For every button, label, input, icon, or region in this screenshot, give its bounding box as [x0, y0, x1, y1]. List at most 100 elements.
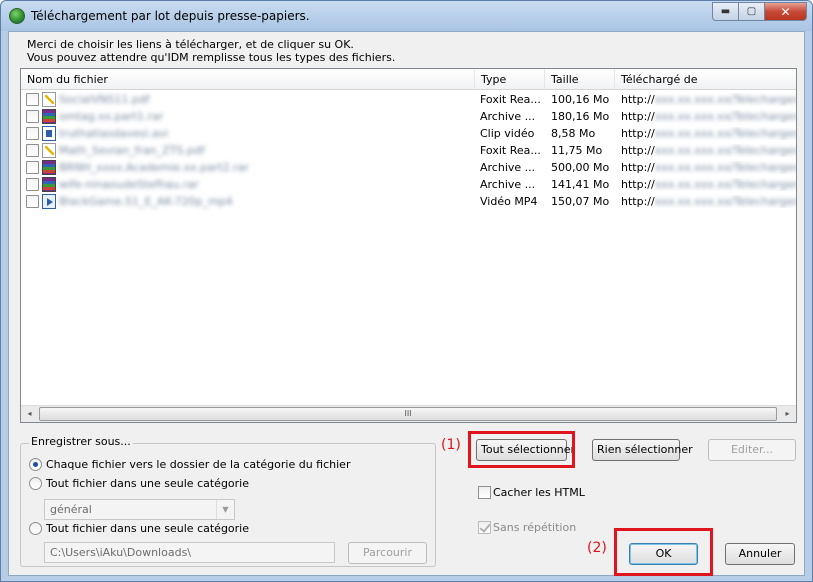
save-as-group: Enregistrer sous... Chaque fichier vers …: [20, 435, 436, 567]
file-source-prefix: http://: [621, 93, 655, 106]
scroll-right-icon[interactable]: ▸: [779, 406, 796, 422]
radio-single-category-label[interactable]: Tout fichier dans une seule catégorie: [46, 477, 249, 490]
instruction-line-2: Vous pouvez attendre qu'IDM remplisse to…: [27, 51, 396, 64]
file-source: http://xxx.xx.xxx.xx/Telecharger/fic: [621, 127, 796, 140]
file-checkbox[interactable]: [26, 93, 39, 106]
window-title: Téléchargement par lot depuis presse-pap…: [31, 9, 310, 23]
no-repeat-checkbox[interactable]: [478, 521, 491, 534]
title-bar[interactable]: Téléchargement par lot depuis presse-pap…: [1, 1, 812, 31]
file-checkbox[interactable]: [26, 144, 39, 157]
file-size: 180,16 Mo: [551, 110, 610, 123]
minimize-icon: ▬: [720, 6, 731, 17]
column-header-type[interactable]: Type: [475, 69, 545, 90]
maximize-button[interactable]: ▢: [738, 2, 764, 21]
file-name: Math_Sevian_fran_ZTS.pdf: [59, 144, 205, 157]
category-select[interactable]: général ▼: [44, 499, 235, 520]
file-source-prefix: http://: [621, 144, 655, 157]
scroll-left-icon[interactable]: ◂: [21, 406, 38, 422]
file-type: Archive ...: [480, 161, 536, 174]
window-controls: ▬ ▢ ✕: [712, 2, 807, 21]
maximize-icon: ▢: [746, 6, 757, 17]
hide-html-checkbox[interactable]: [478, 486, 491, 499]
radio-single-folder[interactable]: [29, 522, 42, 535]
close-button[interactable]: ✕: [764, 2, 807, 21]
column-header-name[interactable]: Nom du fichier: [21, 69, 475, 90]
radio-single-folder-label[interactable]: Tout fichier dans une seule catégorie: [46, 522, 249, 535]
instruction-line-1: Merci de choisir les liens à télécharger…: [27, 38, 354, 51]
annotation-label-2: (2): [587, 540, 607, 556]
file-type: Archive ...: [480, 110, 536, 123]
file-source-prefix: http://: [621, 195, 655, 208]
file-size: 141,41 Mo: [551, 178, 610, 191]
file-type: Vidéo MP4: [480, 195, 538, 208]
file-size: 8,58 Mo: [551, 127, 596, 140]
file-source-rest: xxx.xx.xxx.xx/Telecharger/fic: [654, 127, 796, 140]
file-name: omtag.xx.part1.rar: [59, 110, 164, 123]
video-icon: [42, 126, 56, 141]
file-source: http://xxx.xx.xxx.xx/Telecharger/fic: [621, 161, 796, 174]
file-name: SocialVNS11.pdf: [59, 93, 150, 106]
file-row[interactable]: wife-ninaoudeStefhau.rar Archive ... 141,4…: [21, 176, 796, 193]
file-name: wife-ninaoudeStefhau.rar: [59, 178, 199, 191]
rar-icon: [42, 177, 56, 192]
file-size: 150,07 Mo: [551, 195, 610, 208]
file-type: Foxit Rea...: [480, 93, 541, 106]
file-name: BRNH_xxxx.Academie.xx.part2.rar: [59, 161, 249, 174]
radio-category-folder[interactable]: [29, 458, 42, 471]
horizontal-scrollbar[interactable]: ◂ III ▸: [21, 405, 796, 422]
file-source: http://xxx.xx.xxx.xx/Telecharger/fic: [621, 195, 796, 208]
file-list[interactable]: Nom du fichier Type Taille Téléchargé de…: [20, 68, 797, 423]
file-size: 11,75 Mo: [551, 144, 603, 157]
idm-app-icon: [9, 8, 25, 24]
category-select-value: général: [50, 503, 92, 516]
edit-button[interactable]: Editer...: [708, 439, 796, 461]
column-header-size[interactable]: Taille: [545, 69, 615, 90]
radio-category-folder-label[interactable]: Chaque fichier vers le dossier de la cat…: [46, 458, 350, 471]
radio-single-category[interactable]: [29, 477, 42, 490]
column-header-from[interactable]: Téléchargé de: [615, 69, 796, 90]
file-type: Foxit Rea...: [480, 144, 541, 157]
mp4-icon: [42, 194, 56, 209]
file-source: http://xxx.xx.xxx.xx/Telecharger/fic: [621, 144, 796, 157]
file-source-rest: xxx.xx.xxx.xx/Telecharger/fic: [654, 178, 796, 191]
file-row[interactable]: omtag.xx.part1.rar Archive ... 180,16 Mo ht…: [21, 108, 796, 125]
scroll-thumb[interactable]: III: [39, 407, 777, 421]
browse-button[interactable]: Parcourir: [348, 542, 427, 564]
pdf-icon: [42, 143, 56, 158]
file-source-prefix: http://: [621, 127, 655, 140]
file-type: Clip vidéo: [480, 127, 535, 140]
file-checkbox[interactable]: [26, 161, 39, 174]
rar-icon: [42, 160, 56, 175]
file-checkbox[interactable]: [26, 110, 39, 123]
file-row[interactable]: BRNH_xxxx.Academie.xx.part2.rar Archive .…: [21, 159, 796, 176]
file-source-rest: xxx.xx.xxx.xx/Telecharger/fic: [654, 195, 796, 208]
file-source-prefix: http://: [621, 110, 655, 123]
file-checkbox[interactable]: [26, 195, 39, 208]
file-row[interactable]: Math_Sevian_fran_ZTS.pdf Foxit Rea... 11,7…: [21, 142, 796, 159]
cancel-button[interactable]: Annuler: [725, 543, 795, 565]
file-checkbox[interactable]: [26, 127, 39, 140]
file-type: Archive ...: [480, 178, 536, 191]
file-source-prefix: http://: [621, 178, 655, 191]
hide-html-label[interactable]: Cacher les HTML: [493, 486, 585, 499]
save-path-input[interactable]: C:\Users\iAku\Downloads\: [44, 542, 335, 563]
dialog-body: Merci de choisir les liens à télécharger…: [8, 31, 805, 576]
file-rows: SocialVNS11.pdf Foxit Rea... 100,16 Mo http…: [21, 91, 796, 210]
file-row[interactable]: truthatlasdavesi.avi Clip vidéo 8,58 Mo htt…: [21, 125, 796, 142]
annotation-box-ok: [614, 528, 713, 576]
rar-icon: [42, 109, 56, 124]
file-row[interactable]: SocialVNS11.pdf Foxit Rea... 100,16 Mo http…: [21, 91, 796, 108]
chevron-down-icon[interactable]: ▼: [216, 500, 234, 519]
file-name: BlackGame.S1_E_AK-720p_mp4: [59, 195, 233, 208]
dialog-window: Téléchargement par lot depuis presse-pap…: [0, 0, 813, 582]
minimize-button[interactable]: ▬: [712, 2, 738, 21]
file-source-rest: xxx.xx.xxx.xx/Telecharger/fic: [654, 110, 796, 123]
select-none-button[interactable]: Rien sélectionner: [592, 439, 693, 461]
file-size: 100,16 Mo: [551, 93, 610, 106]
no-repeat-label[interactable]: Sans répétition: [493, 521, 576, 534]
file-source: http://xxx.xx.xxx.xx/Telecharger/fic: [621, 178, 796, 191]
file-checkbox[interactable]: [26, 178, 39, 191]
file-row[interactable]: BlackGame.S1_E_AK-720p_mp4 Vidéo MP4 150,0…: [21, 193, 796, 210]
file-source-rest: xxx.xx.xxx.xx/Telecharger/fic: [654, 161, 796, 174]
list-header: Nom du fichier Type Taille Téléchargé de: [21, 69, 796, 90]
